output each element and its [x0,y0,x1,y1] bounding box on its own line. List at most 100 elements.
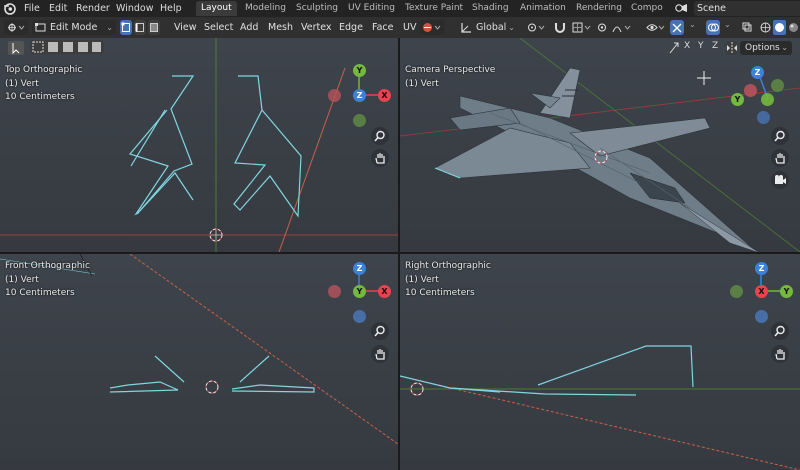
gizmo-neg-z-axis[interactable] [755,310,768,323]
grid-scale-label: 10 Centimeters [405,288,475,298]
viewport-camera-perspective[interactable]: X Y Z Options ⌄ Camera Perspective (1) V… [400,38,800,252]
gizmo-dropdown-button[interactable]: ⌄ [686,20,700,35]
menu-edge[interactable]: Edge [339,20,363,35]
menu-edit[interactable]: Edit [49,2,67,15]
blender-logo-icon[interactable] [3,2,16,15]
axis-lock-z[interactable]: Z [712,41,718,51]
menu-file[interactable]: File [24,2,40,15]
transform-orientation-dropdown[interactable]: Global ⌄ [458,20,518,35]
snap-toggle-button[interactable] [552,20,568,35]
mode-dropdown[interactable]: Edit Mode ⌄ [32,20,116,35]
gizmo-z-axis[interactable]: Z [353,89,366,102]
xray-toggle-button[interactable] [740,20,754,35]
menu-view[interactable]: View [174,20,197,35]
gizmo-y-axis[interactable]: Y [780,285,793,298]
select-tool-button[interactable] [8,41,24,55]
pan-button[interactable] [771,149,789,167]
gizmo-toggle-button[interactable] [670,20,684,35]
gizmo-x-axis[interactable]: X [755,285,768,298]
gizmo-neg-x-axis[interactable] [328,89,341,102]
tab-shading[interactable]: Shading [467,1,514,16]
gizmo-neg-x-axis[interactable] [744,84,757,97]
face-select-button[interactable] [148,20,160,35]
viewport-right-orthographic[interactable]: Right Orthographic (1) Vert 10 Centimete… [400,254,800,470]
menu-uv[interactable]: UV [403,20,416,35]
axis-lock-x[interactable]: X [684,41,690,51]
chevron-down-icon: ⌄ [106,23,113,32]
viewport-top-orthographic[interactable]: Top Orthographic (1) Vert 10 Centimeters… [0,38,398,252]
overlays-toggle-button[interactable] [706,20,720,35]
scene-selector[interactable]: Scene [670,1,800,16]
solid-shading-icon[interactable] [773,20,786,35]
gizmo-neg-y-axis[interactable] [730,285,743,298]
zoom-button[interactable] [371,127,389,145]
gizmo-y-axis[interactable]: Y [731,93,744,106]
pan-button[interactable] [771,345,789,363]
camera-view-button[interactable] [771,171,789,189]
gizmo-y-axis[interactable]: Y [353,64,366,77]
scene-name-field[interactable]: Scene [694,1,800,16]
wireframe-shading-icon[interactable] [760,22,771,33]
gizmo-neg-z-axis[interactable] [353,310,366,323]
navigation-gizmo[interactable]: Z Y [728,62,798,132]
tab-compositing[interactable]: Compo [626,1,670,16]
overlays-dropdown-button[interactable]: ⌄ [722,20,734,35]
pivot-point-button[interactable] [524,20,548,35]
tab-texture-paint[interactable]: Texture Paint [400,1,468,16]
select-box-icons[interactable] [32,41,102,53]
pan-button[interactable] [371,345,389,363]
navigation-gizmo[interactable]: Z Y X [728,258,798,328]
visibility-button[interactable] [644,20,668,35]
menu-window[interactable]: Window [116,2,153,15]
options-dropdown[interactable]: Options ⌄ [740,41,792,55]
navigation-gizmo[interactable]: Y X Z [326,60,396,130]
gizmo-center-axis[interactable] [761,93,774,106]
falloff-button[interactable] [610,20,634,35]
pan-button[interactable] [371,149,389,167]
tab-uv-editing[interactable]: UV Editing [343,1,400,16]
snap-target-button[interactable] [570,20,594,35]
scene-icon [675,4,687,12]
menu-render[interactable]: Render [76,2,110,15]
menu-add[interactable]: Add [240,20,258,35]
uv-sync-button[interactable] [420,20,444,35]
gizmo-z-axis[interactable]: Z [751,66,764,79]
gizmo-z-axis[interactable]: Z [353,262,366,275]
zoom-button[interactable] [771,322,789,340]
gizmo-x-axis[interactable]: X [378,89,391,102]
gizmo-z-axis[interactable]: Z [755,262,768,275]
gizmo-neg-y-axis[interactable] [353,114,366,127]
axis-lock-y[interactable]: Y [698,41,704,51]
gizmo-neg-z-axis[interactable] [757,111,770,124]
menu-vertex[interactable]: Vertex [301,20,332,35]
vertex-select-button[interactable] [120,20,132,35]
proportional-edit-button[interactable] [596,20,608,35]
tab-rendering[interactable]: Rendering [571,1,627,16]
pivot-icon [528,23,545,32]
transform-gizmo-icon-wrap[interactable] [668,41,680,55]
menu-mesh[interactable]: Mesh [268,20,293,35]
menu-face[interactable]: Face [372,20,393,35]
gizmo-neg-y-axis[interactable] [771,79,784,92]
gizmo-y-axis[interactable]: Y [353,285,366,298]
face-select-icon [150,23,158,32]
menu-select[interactable]: Select [204,20,233,35]
menu-help[interactable]: Help [160,2,182,15]
tab-modeling[interactable]: Modeling [240,1,291,16]
grid-scale-label: 10 Centimeters [5,288,75,298]
viewport-divider-horizontal[interactable] [0,252,800,254]
edge-select-button[interactable] [134,20,146,35]
navigation-gizmo[interactable]: Z X Y [326,258,396,328]
viewport-front-orthographic[interactable]: Front Orthographic (1) Vert 10 Centimete… [0,254,398,470]
gizmo-neg-x-axis[interactable] [328,285,341,298]
tab-layout[interactable]: Layout [196,1,237,16]
editor-type-button[interactable] [4,20,28,35]
zoom-button[interactable] [771,127,789,145]
zoom-button[interactable] [371,322,389,340]
mirror-toggle[interactable] [726,41,738,55]
tab-animation[interactable]: Animation [515,1,571,16]
material-shading-icon[interactable] [788,22,799,33]
tab-sculpting[interactable]: Sculpting [291,1,343,16]
gizmo-x-axis[interactable]: X [378,285,391,298]
viewport-divider-vertical[interactable] [398,38,400,470]
